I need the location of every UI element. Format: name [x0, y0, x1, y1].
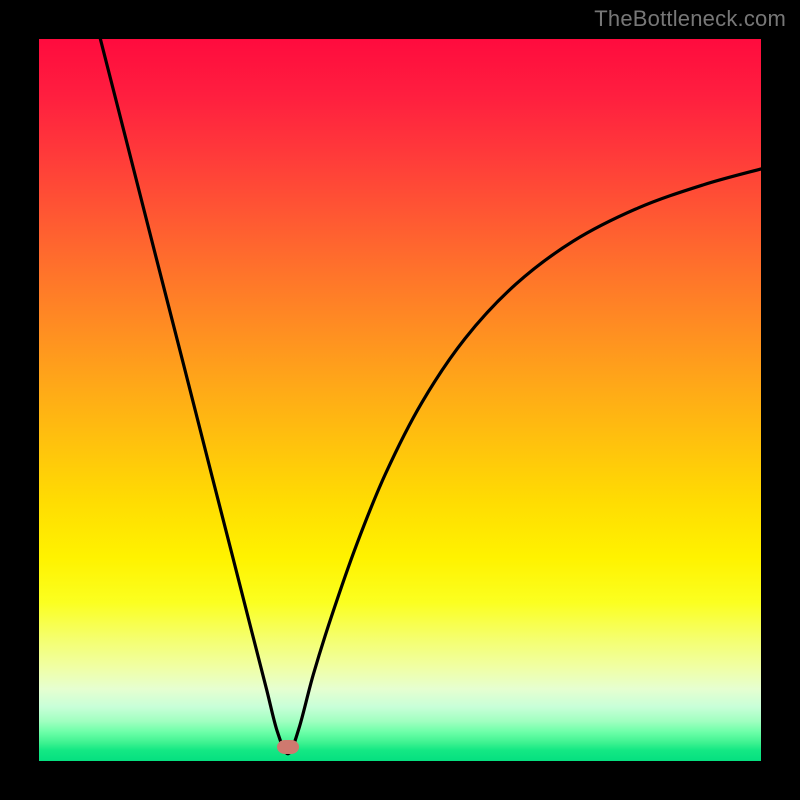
chart-frame: TheBottleneck.com [0, 0, 800, 800]
plot-area [39, 39, 761, 761]
bottleneck-curve [100, 39, 761, 754]
curve-layer [39, 39, 761, 761]
watermark-text: TheBottleneck.com [594, 6, 786, 32]
optimum-marker [277, 740, 299, 754]
